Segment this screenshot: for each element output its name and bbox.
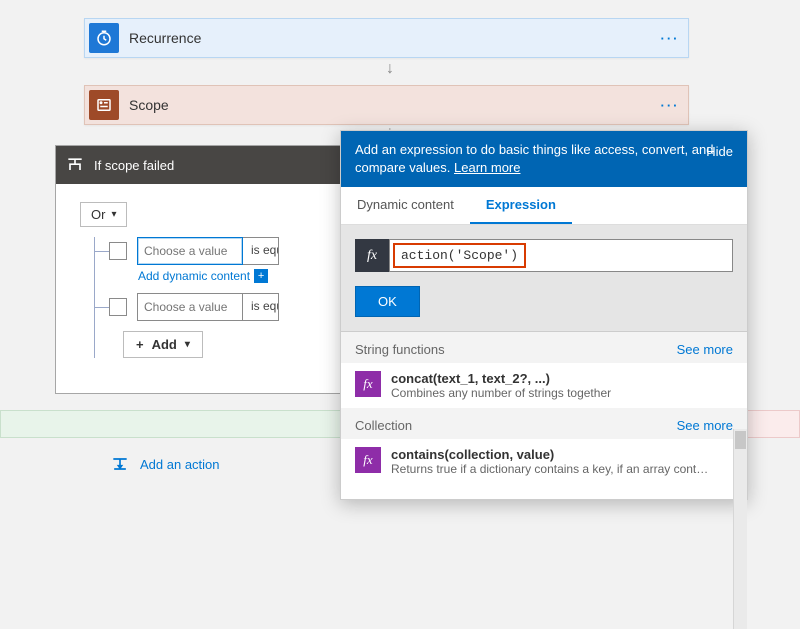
scope-menu-icon[interactable]: ··· — [652, 98, 688, 113]
condition-row: is equal to — [95, 237, 339, 265]
category-header: String functions See more — [341, 332, 747, 363]
function-item[interactable]: fx contains(collection, value) Returns t… — [341, 439, 747, 484]
scrollbar-thumb[interactable] — [735, 431, 746, 449]
recurrence-step[interactable]: Recurrence ··· — [84, 18, 689, 58]
row-checkbox[interactable] — [109, 242, 127, 260]
function-description: Returns true if a dictionary contains a … — [391, 462, 708, 476]
value-input[interactable] — [137, 293, 243, 321]
condition-row: is equal to — [95, 293, 339, 321]
plus-icon: + — [136, 337, 144, 352]
row-checkbox[interactable] — [109, 298, 127, 316]
add-action-icon — [110, 455, 130, 473]
add-row-button[interactable]: + Add ▾ — [123, 331, 203, 358]
condition-title: If scope failed — [94, 158, 174, 173]
fx-icon: fx — [355, 447, 381, 473]
function-description: Combines any number of strings together — [391, 386, 611, 400]
arrow-down-icon: ↓ — [386, 60, 394, 78]
learn-more-link[interactable]: Learn more — [454, 160, 520, 175]
value-input[interactable] — [137, 237, 243, 265]
expression-input[interactable]: action('Scope') — [389, 239, 733, 272]
scrollbar-track[interactable] — [733, 429, 747, 629]
tab-expression[interactable]: Expression — [470, 187, 572, 224]
expression-panel: Add an expression to do basic things lik… — [340, 130, 748, 500]
hide-button[interactable]: Hide — [706, 143, 733, 161]
fx-icon: fx — [355, 371, 381, 397]
category-header: Collection See more — [341, 408, 747, 439]
condition-icon — [60, 150, 90, 180]
function-signature: concat(text_1, text_2?, ...) — [391, 371, 611, 386]
recurrence-menu-icon[interactable]: ··· — [652, 31, 688, 46]
condition-header[interactable]: If scope failed — [56, 146, 349, 184]
logic-group-label: Or — [91, 207, 105, 222]
chevron-down-icon: ▾ — [185, 339, 190, 350]
add-dynamic-content-link[interactable]: Add dynamic content + — [138, 269, 339, 283]
ok-button[interactable]: OK — [355, 286, 420, 317]
expression-value: action('Scope') — [393, 243, 526, 268]
operator-select[interactable]: is equal to — [243, 293, 279, 321]
scope-icon — [89, 90, 119, 120]
recurrence-title: Recurrence — [123, 30, 652, 46]
panel-header: Add an expression to do basic things lik… — [341, 131, 747, 187]
scope-title: Scope — [123, 97, 652, 113]
tab-dynamic-content[interactable]: Dynamic content — [341, 187, 470, 224]
chevron-down-icon: ▾ — [111, 209, 116, 220]
add-action-button[interactable]: Add an action — [110, 455, 220, 473]
operator-select[interactable]: is equal to — [243, 237, 279, 265]
plus-icon: + — [254, 269, 268, 283]
condition-card: If scope failed Or ▾ is equal to Add dyn… — [55, 145, 350, 394]
logic-group-button[interactable]: Or ▾ — [80, 202, 127, 227]
see-more-link[interactable]: See more — [677, 418, 733, 433]
fx-icon: fx — [355, 239, 389, 272]
scope-step[interactable]: Scope ··· — [84, 85, 689, 125]
function-signature: contains(collection, value) — [391, 447, 708, 462]
clock-icon — [89, 23, 119, 53]
see-more-link[interactable]: See more — [677, 342, 733, 357]
panel-tabs: Dynamic content Expression — [341, 187, 747, 225]
function-item[interactable]: fx concat(text_1, text_2?, ...) Combines… — [341, 363, 747, 408]
